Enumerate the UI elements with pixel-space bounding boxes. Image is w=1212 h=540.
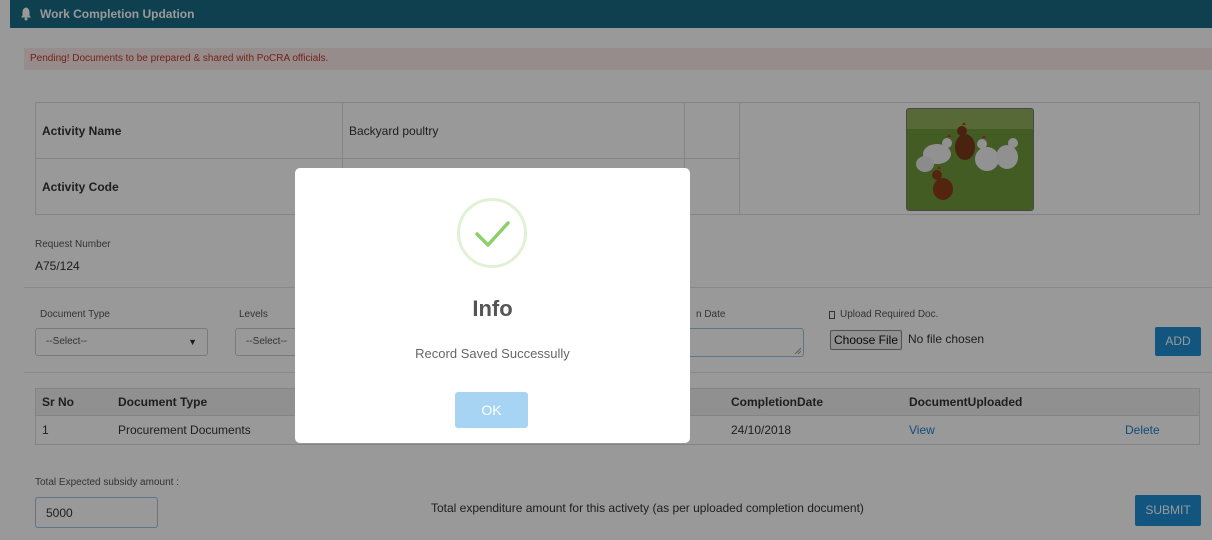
success-circle — [457, 198, 527, 268]
modal-message: Record Saved Successully — [415, 346, 570, 361]
info-dialog: Info Record Saved Successully OK — [295, 168, 690, 443]
modal-title: Info — [472, 296, 513, 321]
checkmark-icon — [475, 221, 510, 247]
ok-button[interactable]: OK — [455, 392, 528, 428]
